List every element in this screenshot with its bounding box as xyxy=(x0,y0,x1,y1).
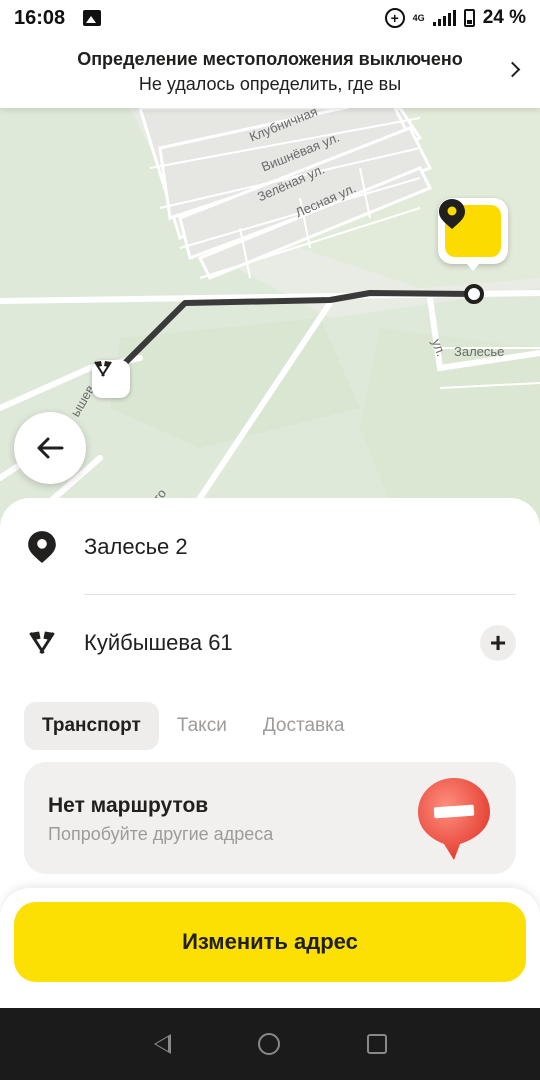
origin-address-row[interactable]: Куйбышева 61 + xyxy=(0,608,540,678)
route-sheet: Залесье 2 Куйбышева 61 + Транспорт Такси… xyxy=(0,498,540,898)
origin-pin[interactable] xyxy=(92,360,130,398)
destination-address: Залесье 2 xyxy=(84,534,188,559)
no-routes-subtitle: Попробуйте другие адреса xyxy=(48,824,274,844)
tab-delivery[interactable]: Доставка xyxy=(245,702,363,750)
origin-address: Куйбышева 61 xyxy=(84,630,233,655)
crossed-flags-icon xyxy=(94,361,112,377)
data-saver-icon: + xyxy=(384,8,405,28)
no-entry-pin-icon xyxy=(418,778,490,860)
battery-level: 24 % xyxy=(482,7,526,28)
no-routes-title: Нет маршрутов xyxy=(48,794,209,817)
destination-pin[interactable] xyxy=(438,198,508,271)
status-time: 16:08 xyxy=(14,6,66,29)
battery-icon xyxy=(463,9,475,27)
back-button[interactable] xyxy=(14,412,86,484)
change-address-button[interactable]: Изменить адрес xyxy=(14,902,526,982)
network-type: 4G xyxy=(412,13,425,23)
banner-title: Определение местоположения выключено xyxy=(77,49,463,69)
crossed-flags-icon xyxy=(26,625,58,661)
signal-icon xyxy=(432,10,456,26)
no-routes-card: Нет маршрутов Попробуйте другие адреса xyxy=(24,762,516,874)
banner-subtitle: Не удалось определить, где вы xyxy=(138,74,402,94)
image-icon xyxy=(83,10,102,26)
destination-address-row[interactable]: Залесье 2 xyxy=(0,512,540,582)
chevron-right-icon xyxy=(504,61,521,78)
tab-transport[interactable]: Транспорт xyxy=(24,702,159,750)
divider xyxy=(84,594,516,595)
street-label: Залесье xyxy=(454,344,505,359)
nav-recents-icon[interactable] xyxy=(366,1034,387,1054)
system-nav-bar xyxy=(0,1008,540,1080)
location-pin-icon xyxy=(26,529,58,565)
footer: Изменить адрес xyxy=(0,888,540,1008)
transport-tabs: Транспорт Такси Доставка xyxy=(24,702,362,750)
tab-taxi[interactable]: Такси xyxy=(159,702,245,750)
route-end-point xyxy=(464,284,484,304)
status-bar: 16:08 + 4G 24 % xyxy=(0,0,540,36)
arrow-left-icon xyxy=(37,437,64,459)
nav-back-icon[interactable] xyxy=(153,1034,171,1054)
location-disabled-banner[interactable]: Определение местоположения выключено Не … xyxy=(0,36,540,108)
status-right: + 4G 24 % xyxy=(384,7,526,29)
nav-home-icon[interactable] xyxy=(257,1033,280,1055)
add-stop-button[interactable]: + xyxy=(480,625,516,661)
location-pin-icon xyxy=(439,199,465,229)
